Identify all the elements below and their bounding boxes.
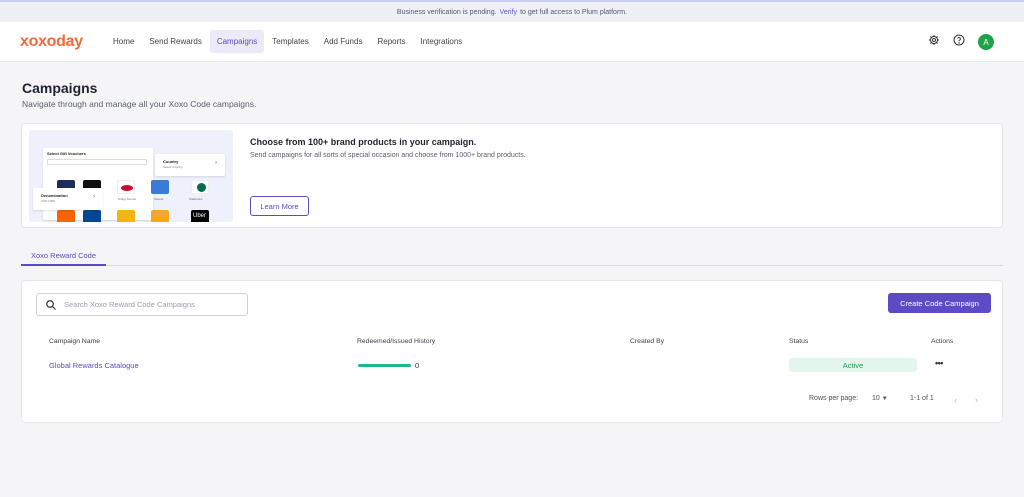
column-header-redeemed[interactable]: Redeemed/Issued History xyxy=(357,338,435,345)
banner-text-prefix: Business verification is pending. xyxy=(396,8,497,16)
column-header-campaign-name[interactable]: Campaign Name xyxy=(49,338,100,345)
xoxoday-logo[interactable]: xoxoday xyxy=(20,33,83,51)
promo-subtitle: Send campaigns for all sorts of special … xyxy=(250,152,526,159)
denomination-value: USD 1000 xyxy=(41,199,55,203)
search-input[interactable]: Search Xoxo Reward Code Campaigns xyxy=(36,293,248,316)
tab-xoxo-reward-code[interactable]: Xoxo Reward Code xyxy=(21,248,106,266)
denomination-label: Denomination xyxy=(41,193,68,198)
search-placeholder: Search Xoxo Reward Code Campaigns xyxy=(64,300,195,309)
help-icon[interactable] xyxy=(953,33,965,51)
search-icon xyxy=(46,299,56,310)
gear-icon[interactable] xyxy=(928,33,940,51)
chevron-right-icon: › xyxy=(93,194,95,200)
uber-logo-text: Uber xyxy=(193,213,207,219)
brand-tile-uber: Uber xyxy=(191,210,209,222)
redeemed-count: 0 xyxy=(415,361,420,370)
brand-label-starbucks: Starbucks xyxy=(189,197,203,201)
promo-card: Select Gift Vouchers Krispy Kreme Shoots… xyxy=(21,123,1003,228)
brand-tile-home-depot xyxy=(57,210,75,222)
chevron-right-icon: › xyxy=(215,160,217,166)
verify-link[interactable]: Verify xyxy=(500,9,518,16)
verification-banner: Business verification is pending. Verify… xyxy=(0,0,1024,22)
promo-illustration: Select Gift Vouchers Krispy Kreme Shoots… xyxy=(29,130,233,222)
column-header-actions: Actions xyxy=(931,338,954,345)
campaign-table-card: Search Xoxo Reward Code Campaigns Create… xyxy=(21,280,1003,423)
nav-item-campaigns[interactable]: Campaigns xyxy=(209,30,265,53)
promo-title: Choose from 100+ brand products in your … xyxy=(250,137,477,147)
brand-label-krispy-kreme: Krispy Kreme xyxy=(118,197,137,201)
country-card: Country Select Country › xyxy=(155,154,225,176)
brand-tile-burger xyxy=(151,210,169,222)
nav-actions: A xyxy=(928,33,994,51)
tab-bar: Xoxo Reward Code xyxy=(21,248,1003,266)
brand-tile-lowes xyxy=(83,210,101,222)
brand-label-shoots: Shoots xyxy=(154,197,164,201)
country-label: Country xyxy=(163,159,179,164)
status-badge: Active xyxy=(789,358,917,372)
create-code-campaign-button[interactable]: Create Code Campaign xyxy=(888,293,991,313)
caret-down-icon: ▼ xyxy=(881,396,888,402)
rows-per-page-label: Rows per page: xyxy=(809,395,859,402)
nav-item-send-rewards[interactable]: Send Rewards xyxy=(142,30,208,53)
column-header-status[interactable]: Status xyxy=(789,338,808,345)
brand-tile-starbucks xyxy=(191,180,209,194)
column-header-created-by[interactable]: Created By xyxy=(630,338,664,345)
page-subtitle: Navigate through and manage all your Xox… xyxy=(22,99,257,109)
pagination-range: 1-1 of 1 xyxy=(910,395,934,402)
more-actions-icon[interactable]: ••• xyxy=(935,358,943,368)
nav-menu: Home Send Rewards Campaigns Templates Ad… xyxy=(106,30,470,53)
nav-item-reports[interactable]: Reports xyxy=(370,30,412,53)
campaign-name-link[interactable]: Global Rewards Catalogue xyxy=(49,361,139,370)
top-nav: xoxoday Home Send Rewards Campaigns Temp… xyxy=(0,22,1024,62)
brand-tile-orange xyxy=(117,210,135,222)
prev-page-icon[interactable]: ‹ xyxy=(954,395,957,405)
country-sub: Select Country xyxy=(163,165,183,169)
nav-item-home[interactable]: Home xyxy=(106,30,141,53)
banner-text-suffix: to get full access to Plum platform. xyxy=(520,8,628,16)
redeemed-progress-bar xyxy=(358,364,411,367)
brand-tile-shoots xyxy=(151,180,169,194)
brand-tile-krispy-kreme xyxy=(117,180,135,194)
next-page-icon[interactable]: › xyxy=(975,395,978,405)
page-title: Campaigns xyxy=(22,80,98,96)
learn-more-button[interactable]: Learn More xyxy=(250,196,309,216)
denomination-card: Denomination USD 1000 › xyxy=(33,188,103,210)
nav-item-templates[interactable]: Templates xyxy=(265,30,315,53)
nav-item-add-funds[interactable]: Add Funds xyxy=(317,30,370,53)
nav-item-integrations[interactable]: Integrations xyxy=(413,30,469,53)
gift-voucher-panel-title: Select Gift Vouchers xyxy=(47,151,86,156)
avatar[interactable]: A xyxy=(978,34,994,50)
krispy-kreme-logo xyxy=(121,185,133,191)
starbucks-logo xyxy=(197,183,206,192)
rows-per-page-select[interactable]: 10 ▼ xyxy=(872,395,888,402)
rows-per-page-value: 10 xyxy=(872,395,880,402)
mini-search-field xyxy=(47,159,147,165)
